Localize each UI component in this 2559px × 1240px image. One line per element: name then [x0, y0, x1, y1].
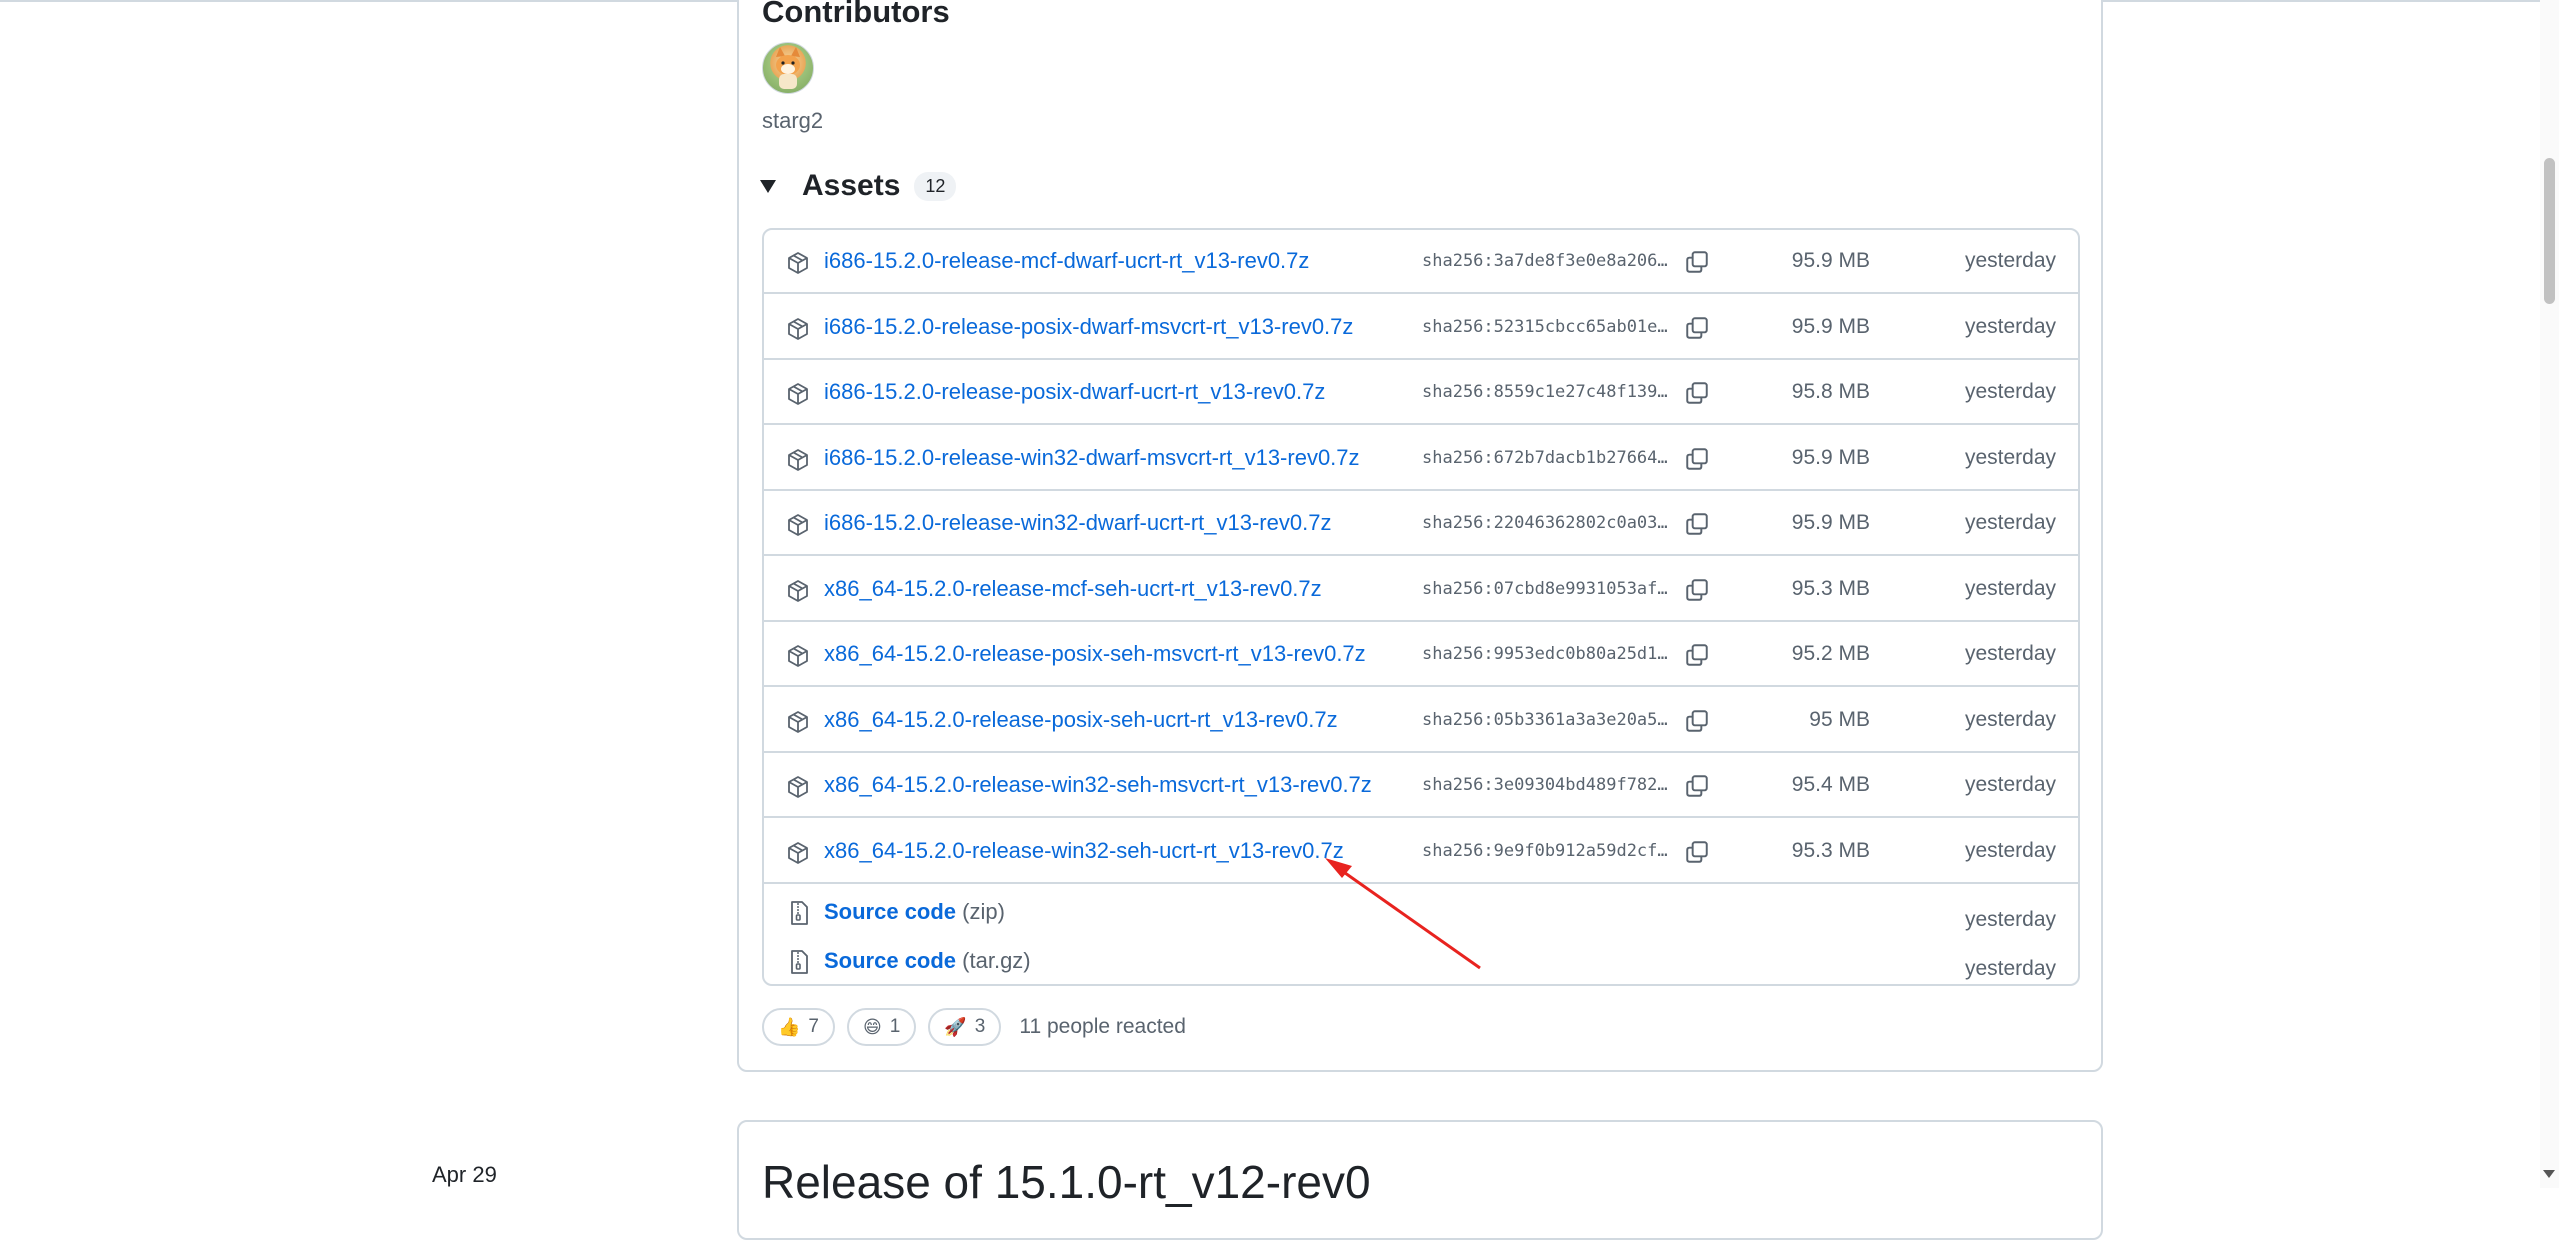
annotation-arrow: [1325, 858, 1481, 970]
